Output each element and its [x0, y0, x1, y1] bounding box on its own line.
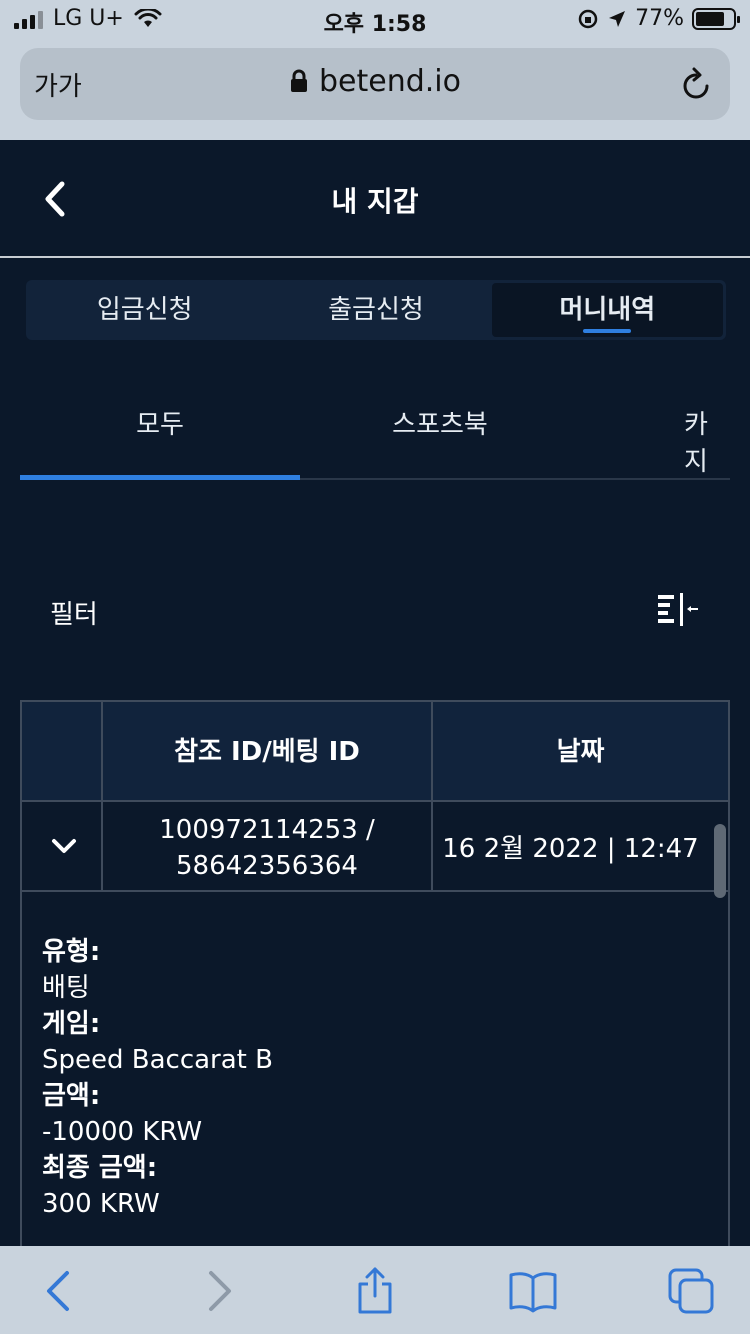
- table-row[interactable]: 100972114253 / 58642356364 16 2월 2022 | …: [22, 802, 728, 898]
- orientation-lock-icon: [578, 9, 598, 28]
- status-bar: LG U+ 오후 1:58 77%: [0, 0, 750, 40]
- url-text: betend.io: [318, 64, 461, 99]
- row-details: 유형: 배팅 게임: Speed Baccarat B 금액: -10000 K…: [42, 934, 273, 1222]
- history-sub-tabs: 모두 스포츠북 카지: [20, 380, 730, 480]
- tab-deposit-request[interactable]: 입금신청: [29, 283, 260, 337]
- tab-withdraw-request[interactable]: 출금신청: [260, 283, 491, 337]
- battery-icon: [692, 7, 740, 30]
- subtab-all[interactable]: 모두: [20, 404, 300, 441]
- filter-toggle-icon[interactable]: [656, 592, 700, 628]
- detail-final-amount-key: 최종 금액:: [42, 1153, 158, 1183]
- subtab-active-indicator: [20, 475, 300, 480]
- detail-amount-key: 금액:: [42, 1081, 101, 1111]
- scrollbar-thumb[interactable]: [714, 824, 726, 898]
- browser-toolbar: [0, 1246, 750, 1334]
- chevron-down-icon[interactable]: [50, 832, 78, 860]
- bet-id: 58642356364: [176, 851, 358, 881]
- battery-percent: 77%: [635, 6, 684, 31]
- detail-type-key: 유형:: [42, 937, 101, 967]
- lock-icon: [290, 69, 307, 92]
- detail-game-key: 게임:: [42, 1009, 101, 1039]
- tab-money-history[interactable]: 머니내역: [491, 283, 723, 337]
- subtab-sportsbook[interactable]: 스포츠북: [300, 404, 580, 441]
- app-header: 내 지갑: [0, 140, 750, 258]
- browser-forward-icon[interactable]: [194, 1266, 244, 1316]
- filter-label: 필터: [50, 600, 98, 630]
- column-header-ref-id[interactable]: 참조 ID/베팅 ID: [103, 702, 431, 802]
- tabs-icon[interactable]: [666, 1266, 716, 1316]
- browser-back-icon[interactable]: [34, 1266, 84, 1316]
- tab-money-history-label: 머니내역: [559, 295, 656, 325]
- active-tab-underline: [583, 329, 632, 333]
- ref-id: 100972114253 /: [159, 815, 375, 845]
- ref-bet-id-cell: 100972114253 / 58642356364: [103, 812, 431, 884]
- address-bar[interactable]: 가가 betend.io: [20, 48, 730, 120]
- wallet-segment-tabs: 입금신청 출금신청 머니내역: [26, 280, 726, 340]
- history-table: 참조 ID/베팅 ID 날짜 100972114253 / 5864235636…: [20, 700, 730, 1246]
- detail-game-value: Speed Baccarat B: [42, 1045, 273, 1075]
- page-title: 내 지갑: [331, 185, 419, 218]
- date-cell: 16 2월 2022 | 12:47: [442, 834, 699, 864]
- reload-icon[interactable]: [678, 64, 714, 104]
- subtab-casino[interactable]: 카지: [684, 404, 730, 478]
- detail-final-amount-value: 300 KRW: [42, 1189, 160, 1219]
- detail-type-value: 배팅: [42, 973, 90, 1003]
- detail-amount-value: -10000 KRW: [42, 1117, 203, 1147]
- share-icon[interactable]: [350, 1266, 400, 1316]
- bookmarks-icon[interactable]: [508, 1266, 558, 1316]
- location-arrow-icon: [609, 10, 626, 27]
- table-header: 참조 ID/베팅 ID 날짜: [22, 702, 728, 802]
- browser-address-area: 가가 betend.io: [0, 40, 750, 140]
- column-header-date[interactable]: 날짜: [433, 702, 728, 802]
